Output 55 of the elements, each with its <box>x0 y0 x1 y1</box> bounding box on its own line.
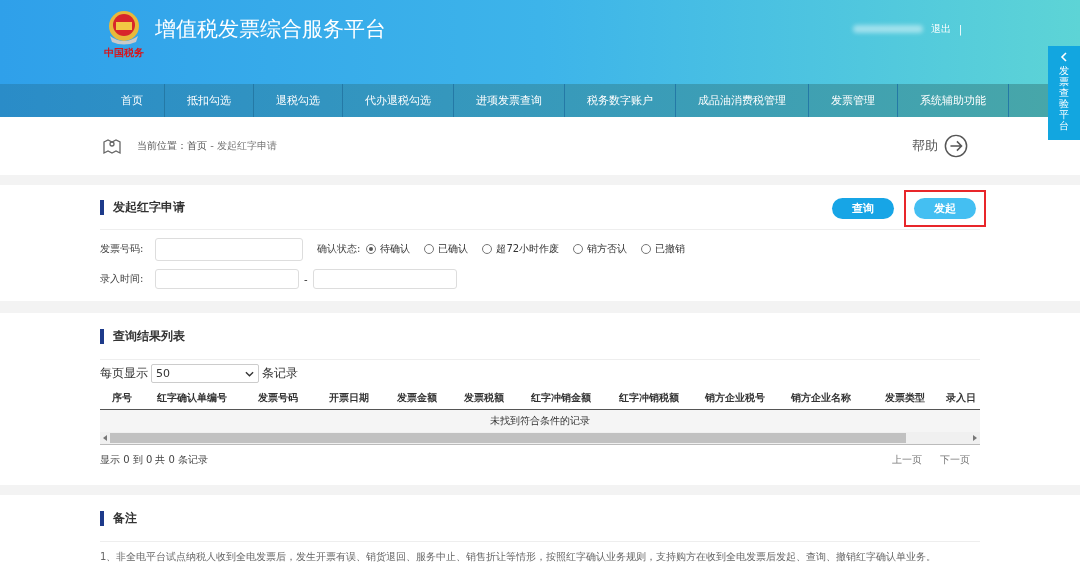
blurred-username <box>852 25 923 33</box>
column-header: 开票日期 <box>328 391 370 405</box>
page-size-label: 每页显示 <box>100 365 148 382</box>
note-text: 1、非全电平台试点纳税人收到全电发票后，发生开票有误、销货退回、服务中止、销售折让等情形，按照红字确认业务规则，支持购方在收到全电发票后发起、查询、撤销红字确认单业务。 <box>100 550 938 564</box>
scroll-left-icon[interactable] <box>103 435 107 441</box>
column-header: 发票税额 <box>463 391 505 405</box>
column-header: 红字冲销金额 <box>530 391 592 405</box>
field-label: 发票号码: <box>100 242 145 256</box>
field-label: 录入时间: <box>100 272 145 286</box>
side-tab-label: 发票查验平台 <box>1059 65 1069 131</box>
horizontal-scrollbar[interactable] <box>100 432 980 445</box>
range-separator: - <box>304 273 308 285</box>
next-page-link[interactable]: 下一页 <box>940 453 970 467</box>
invoice-number-field[interactable] <box>155 237 303 261</box>
logout-link[interactable]: 退出 <box>930 22 951 36</box>
section-title: 发起红字申请 <box>100 199 185 215</box>
radio-label: 已撤销 <box>655 242 686 256</box>
field-label: 确认状态: <box>317 242 361 256</box>
separator: | <box>958 23 962 35</box>
arrow-right-circle-icon[interactable] <box>944 134 968 158</box>
radio-label: 待确认 <box>380 242 411 256</box>
platform-title: 增值税发票综合服务平台 <box>155 16 386 43</box>
column-header: 发票类型 <box>884 391 926 405</box>
logo-caption: 中国税务 <box>104 46 144 60</box>
column-header: 销方企业名称 <box>790 391 852 405</box>
page-size-select[interactable]: 50 <box>151 364 259 383</box>
column-header: 红字冲销税额 <box>618 391 680 405</box>
radio-label: 销方否认 <box>587 242 628 256</box>
empty-message: 未找到符合条件的记录 <box>490 414 590 428</box>
radio-label: 已确认 <box>438 242 469 256</box>
chevron-left-icon <box>1060 52 1068 62</box>
caret-icon <box>245 370 254 377</box>
page-size-label: 条记录 <box>262 365 298 382</box>
section-title: 备注 <box>100 510 137 526</box>
section-title: 查询结果列表 <box>100 328 185 344</box>
date-field[interactable] <box>312 269 457 289</box>
action-button[interactable]: 发起 <box>914 197 976 219</box>
column-header: 销方企业税号 <box>704 391 766 405</box>
breadcrumb-label: 当前位置： <box>137 139 187 153</box>
record-summary: 显示 0 到 0 共 0 条记录 <box>100 453 209 467</box>
column-header: 发票金额 <box>396 391 438 405</box>
prev-page-link[interactable]: 上一页 <box>892 453 922 467</box>
help-link[interactable]: 帮助 <box>912 137 938 155</box>
breadcrumb-current: - 发起红字申请 <box>209 139 277 153</box>
column-header: 录入日 <box>946 391 977 405</box>
column-header: 序号 <box>111 391 133 405</box>
map-pin-icon <box>102 137 122 155</box>
side-tab[interactable]: 发票查验平台 <box>1048 46 1080 140</box>
column-header: 红字确认单编号 <box>156 391 228 405</box>
breadcrumb-link[interactable]: 首页 <box>187 139 207 153</box>
radio-label: 超72小时作废 <box>496 242 560 256</box>
date-field[interactable] <box>155 269 299 289</box>
action-button[interactable]: 查询 <box>832 197 894 219</box>
scroll-right-icon[interactable] <box>973 435 977 441</box>
column-header: 发票号码 <box>257 391 299 405</box>
